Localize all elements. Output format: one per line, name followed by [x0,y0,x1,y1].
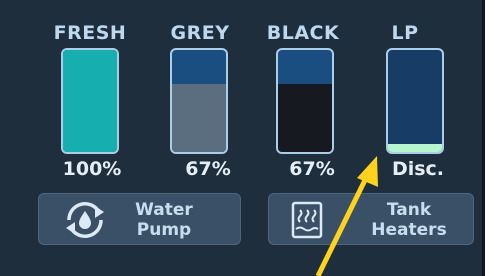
tank-level-lp [388,143,442,152]
tank-value-black: 67% [289,158,335,180]
water-pump-icon [66,202,104,238]
tank-level-fresh [63,50,117,152]
tank-heaters-button[interactable]: Tank Heaters [268,193,474,245]
tank-heater-icon [291,201,323,239]
tank-value-fresh: 100% [62,158,122,180]
tank-gauge-fresh [61,48,119,154]
tank-value-grey: 67% [185,158,231,180]
tank-label-black: BLACK [266,22,340,44]
tank-label-fresh: FRESH [53,22,127,44]
tank-level-black [278,83,332,152]
tank-gauge-black [276,48,334,154]
tank-heaters-label: Tank Heaters [364,200,454,240]
tank-value-lp: Disc. [391,158,445,180]
tank-monitor-panel: FRESH GREY BLACK LP 100% 67% 67% Disc. W… [0,0,485,276]
water-pump-label-line1: Water [135,200,193,220]
water-pump-label-line2: Pump [136,220,192,240]
tank-label-lp: LP [391,22,419,44]
tank-gauge-lp [386,48,444,154]
tank-heaters-label-line2: Heaters [371,220,447,240]
tank-gauge-grey [170,48,228,154]
water-pump-label: Water Pump [129,200,199,240]
tank-level-grey [172,83,226,152]
tank-heaters-label-line1: Tank [386,200,432,220]
tank-label-grey: GREY [170,22,230,44]
water-pump-button[interactable]: Water Pump [38,193,241,245]
